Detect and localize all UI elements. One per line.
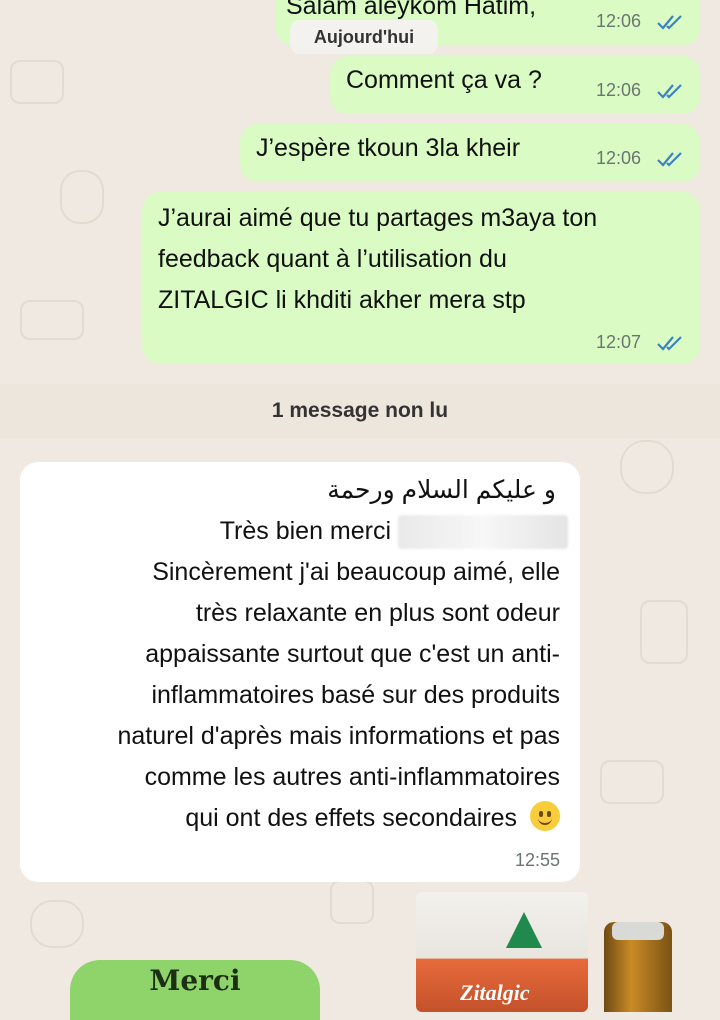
outgoing-message[interactable]: J’espère tkoun 3la kheir 12:06 xyxy=(240,124,700,182)
message-text: J’espère tkoun 3la kheir xyxy=(256,134,521,162)
message-line: comme les autres anti-inflammatoires xyxy=(144,763,560,791)
sticker-image[interactable]: Merci xyxy=(70,960,320,1020)
date-chip: Aujourd'hui xyxy=(290,20,438,54)
wallpaper-doodle xyxy=(330,880,374,924)
wallpaper-doodle xyxy=(30,900,84,948)
message-time: 12:07 xyxy=(596,332,642,352)
wallpaper-doodle xyxy=(640,600,688,664)
message-line: très relaxante en plus sont odeur xyxy=(195,599,560,627)
message-line: naturel d'après mais informations et pas xyxy=(117,722,561,750)
wallpaper-doodle xyxy=(600,760,664,804)
message-line-greeting: Très bien merci xyxy=(220,511,568,552)
message-line: ZITALGIC li khditi akher mera stp xyxy=(158,286,526,314)
wallpaper-doodle xyxy=(10,60,64,104)
read-ticks-icon xyxy=(657,152,682,167)
message-line: qui ont des effets secondaires xyxy=(185,804,518,832)
slightly-smiling-face-icon xyxy=(530,801,560,831)
message-line: feedback quant à l’utilisation du xyxy=(158,245,507,273)
message-line: J’aurai aimé que tu partages m3aya ton xyxy=(158,204,598,232)
bottle-cap xyxy=(612,922,664,940)
read-ticks-icon xyxy=(657,84,682,99)
message-time: 12:06 xyxy=(596,148,642,168)
message-line: Sincèrement j'ai beaucoup aimé, elle xyxy=(152,558,560,586)
brand-logo-icon xyxy=(506,912,542,948)
message-line-last: qui ont des effets secondaires xyxy=(185,798,560,839)
message-text: Comment ça va ? xyxy=(346,66,542,94)
product-box-label: Zitalgic xyxy=(460,980,530,1005)
redacted-name xyxy=(398,515,568,550)
outgoing-message[interactable]: J’aurai aimé que tu partages m3aya ton f… xyxy=(142,192,700,364)
sticker-text: Merci xyxy=(149,964,241,997)
message-line-arabic: و عليكم السلام ورحمة xyxy=(327,476,556,504)
message-time: 12:06 xyxy=(596,11,642,31)
wallpaper-doodle xyxy=(620,440,674,494)
product-box-image[interactable]: Zitalgic xyxy=(416,892,588,1012)
wallpaper-doodle xyxy=(20,300,84,340)
outgoing-message[interactable]: Comment ça va ? 12:06 xyxy=(330,56,700,114)
read-ticks-icon xyxy=(657,336,682,351)
message-line: appaissante surtout que c'est un anti- xyxy=(145,640,560,668)
message-time: 12:06 xyxy=(596,80,642,100)
message-line: inflammatoires basé sur des produits xyxy=(151,681,560,709)
unread-divider: 1 message non lu xyxy=(0,384,720,438)
read-ticks-icon xyxy=(657,15,682,30)
message-time: 12:55 xyxy=(514,850,560,870)
greeting-text: Très bien merci xyxy=(219,517,392,545)
wallpaper-doodle xyxy=(60,170,104,224)
incoming-message[interactable]: و عليكم السلام ورحمة Très bien merci Sin… xyxy=(20,462,580,882)
